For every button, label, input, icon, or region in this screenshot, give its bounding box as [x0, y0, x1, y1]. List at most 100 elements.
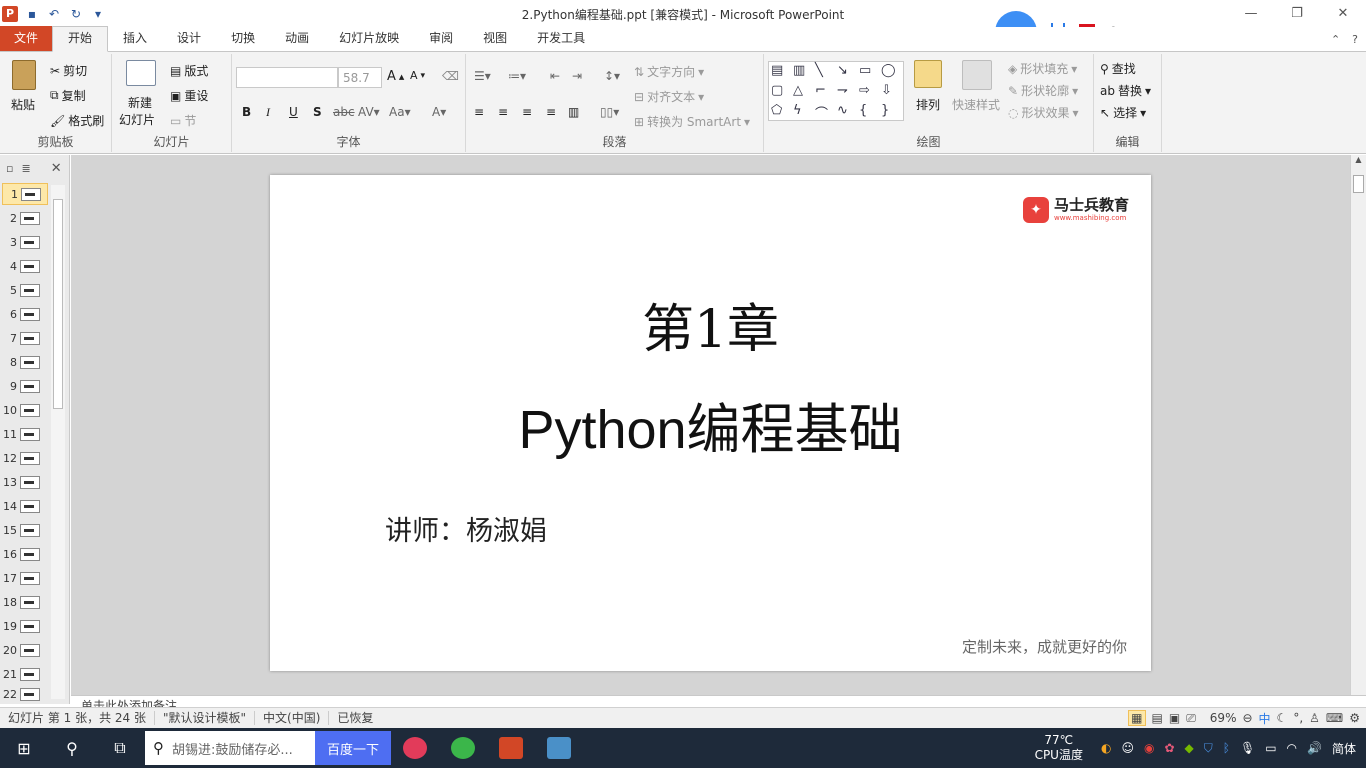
- vtextbox-shape-icon[interactable]: ▥: [793, 63, 813, 82]
- justify-icon[interactable]: ≡: [546, 105, 556, 119]
- ime-indicator[interactable]: 简体: [1332, 740, 1356, 757]
- shape-fill-button[interactable]: ◈ 形状填充 ▾: [1008, 60, 1077, 77]
- powerpoint-icon[interactable]: P: [2, 5, 18, 22]
- tab-slideshow[interactable]: 幻灯片放映: [324, 27, 414, 51]
- slide-title[interactable]: Python编程基础: [270, 385, 1151, 464]
- nvidia-icon[interactable]: ◆: [1185, 741, 1194, 755]
- normal-view-icon[interactable]: ▦: [1128, 710, 1146, 726]
- replace-button[interactable]: ab 替换 ▾: [1100, 82, 1151, 99]
- thumbnail-2[interactable]: 2: [2, 207, 48, 229]
- settings-icon[interactable]: ⚙: [1349, 711, 1360, 725]
- user-icon[interactable]: ♙: [1309, 711, 1320, 725]
- change-case-icon[interactable]: Aa▾: [389, 105, 411, 119]
- section-button[interactable]: ▭ 节: [170, 112, 196, 129]
- text-direction-button[interactable]: ⇅ 文字方向 ▾: [634, 63, 704, 80]
- triangle-shape-icon[interactable]: △: [793, 83, 813, 102]
- tab-file[interactable]: 文件: [0, 26, 53, 51]
- task-view-icon[interactable]: ⧉: [96, 728, 144, 768]
- tab-developer[interactable]: 开发工具: [522, 27, 600, 51]
- chrome-icon[interactable]: ◉: [1144, 741, 1154, 755]
- slides-pane-scrollbar[interactable]: [51, 185, 65, 699]
- chapter-title[interactable]: 第1章: [270, 287, 1151, 362]
- select-button[interactable]: ↖ 选择 ▾: [1100, 104, 1146, 121]
- thumbnail-20[interactable]: 20: [2, 639, 48, 661]
- pentagon-shape-icon[interactable]: ⬠: [771, 103, 791, 122]
- save-icon[interactable]: ▪: [24, 6, 40, 22]
- people-icon[interactable]: ☺: [1121, 741, 1134, 755]
- right-brace-shape-icon[interactable]: }: [881, 103, 901, 122]
- thumbnail-14[interactable]: 14: [2, 495, 48, 517]
- outline-view-icon[interactable]: ≣: [21, 162, 30, 175]
- shrink-font-icon[interactable]: A ▾: [410, 69, 425, 82]
- format-painter-button[interactable]: 🖌 格式刷: [50, 112, 104, 129]
- battery-icon[interactable]: ▭: [1265, 741, 1276, 755]
- scroll-thumb[interactable]: [1353, 175, 1364, 193]
- shield-icon[interactable]: ⛉: [1204, 741, 1213, 756]
- refresh-app-icon[interactable]: [439, 728, 487, 768]
- thumbnail-12[interactable]: 12: [2, 447, 48, 469]
- help-icon[interactable]: ?: [1352, 33, 1358, 46]
- tab-animations[interactable]: 动画: [270, 27, 324, 51]
- textbox-shape-icon[interactable]: ▤: [771, 63, 791, 82]
- line-shape-icon[interactable]: ╲: [815, 63, 835, 82]
- thumbnail-18[interactable]: 18: [2, 591, 48, 613]
- ime-chinese-icon[interactable]: 中: [1259, 710, 1271, 727]
- lecturer-text[interactable]: 讲师：杨淑娟: [385, 509, 547, 548]
- quick-styles-button[interactable]: 快速样式: [952, 96, 1000, 113]
- language-indicator[interactable]: 中文(中国): [255, 711, 330, 725]
- underline-icon[interactable]: U: [289, 105, 298, 119]
- grow-font-icon[interactable]: A ▴: [387, 69, 404, 84]
- bluetooth-icon[interactable]: ᛒ: [1223, 741, 1230, 755]
- new-slide-label-2[interactable]: 幻灯片: [119, 111, 155, 128]
- rectangle-shape-icon[interactable]: ▭: [859, 63, 879, 82]
- smartart-button[interactable]: ⊞ 转换为 SmartArt ▾: [634, 113, 750, 130]
- flower-icon[interactable]: ✿: [1164, 741, 1174, 755]
- thumbnail-16[interactable]: 16: [2, 543, 48, 565]
- elbow-connector-icon[interactable]: ⌐: [815, 83, 835, 102]
- powerpoint-taskbar-icon[interactable]: [487, 728, 535, 768]
- arrange-icon[interactable]: [914, 60, 942, 88]
- restore-button[interactable]: ❐: [1274, 0, 1320, 27]
- align-left-icon[interactable]: ≡: [474, 105, 484, 119]
- punctuation-icon[interactable]: °,: [1293, 711, 1303, 725]
- left-brace-shape-icon[interactable]: {: [859, 103, 879, 122]
- oval-shape-icon[interactable]: ◯: [881, 63, 901, 82]
- wifi-icon[interactable]: ◠: [1287, 741, 1297, 755]
- layout-button[interactable]: ▤ 版式: [170, 62, 208, 79]
- arrow-line-shape-icon[interactable]: ↘: [837, 63, 857, 82]
- thumbnail-22[interactable]: 22: [2, 687, 48, 701]
- font-color-icon[interactable]: A▾: [432, 105, 446, 119]
- right-arrow-shape-icon[interactable]: ⇨: [859, 83, 879, 102]
- char-spacing-icon[interactable]: AV▾: [358, 105, 380, 119]
- thumbnail-11[interactable]: 11: [2, 423, 48, 445]
- elbow-arrow-icon[interactable]: ⇁: [837, 83, 857, 102]
- thumbnail-13[interactable]: 13: [2, 471, 48, 493]
- minimize-button[interactable]: —: [1228, 0, 1274, 27]
- shape-effects-button[interactable]: ◌ 形状效果 ▾: [1008, 104, 1079, 121]
- thumbnail-8[interactable]: 8: [2, 351, 48, 373]
- slide-canvas[interactable]: ✦ 马士兵教育 www.mashibing.com 第1章 Python编程基础…: [270, 175, 1151, 671]
- thumbnail-3[interactable]: 3: [2, 231, 48, 253]
- undo-icon[interactable]: ↶: [46, 6, 62, 22]
- find-button[interactable]: ⚲ 查找: [1100, 60, 1136, 77]
- rounded-rect-shape-icon[interactable]: ▢: [771, 83, 791, 102]
- thumbnail-1[interactable]: 1: [2, 183, 48, 205]
- thumbnail-17[interactable]: 17: [2, 567, 48, 589]
- notes-pane[interactable]: 单击此处添加备注: [71, 695, 1366, 707]
- scroll-up-icon[interactable]: ▲: [1351, 155, 1366, 171]
- moon-icon[interactable]: ☾: [1277, 711, 1288, 725]
- tab-home[interactable]: 开始: [52, 26, 109, 52]
- tab-review[interactable]: 审阅: [414, 27, 468, 51]
- tab-design[interactable]: 设计: [162, 27, 216, 51]
- slide-vertical-scrollbar[interactable]: ▲: [1350, 155, 1366, 695]
- microphone-icon[interactable]: 🎙: [1240, 741, 1255, 755]
- shapes-gallery[interactable]: ▤ ▥ ╲ ↘ ▭ ◯ ▢ △ ⌐ ⇁ ⇨ ⇩ ⬠ ϟ ⌒ ∿{}: [768, 61, 904, 122]
- thumbnail-5[interactable]: 5: [2, 279, 48, 301]
- align-center-icon[interactable]: ≡: [498, 105, 508, 119]
- color-app-icon[interactable]: ◐: [1101, 741, 1111, 755]
- sorter-view-icon[interactable]: ▤: [1152, 711, 1163, 725]
- align-right-icon[interactable]: ≡: [522, 105, 532, 119]
- down-arrow-shape-icon[interactable]: ⇩: [881, 83, 901, 102]
- customize-qat-icon[interactable]: ▾: [90, 6, 106, 22]
- thumbnail-21[interactable]: 21: [2, 663, 48, 685]
